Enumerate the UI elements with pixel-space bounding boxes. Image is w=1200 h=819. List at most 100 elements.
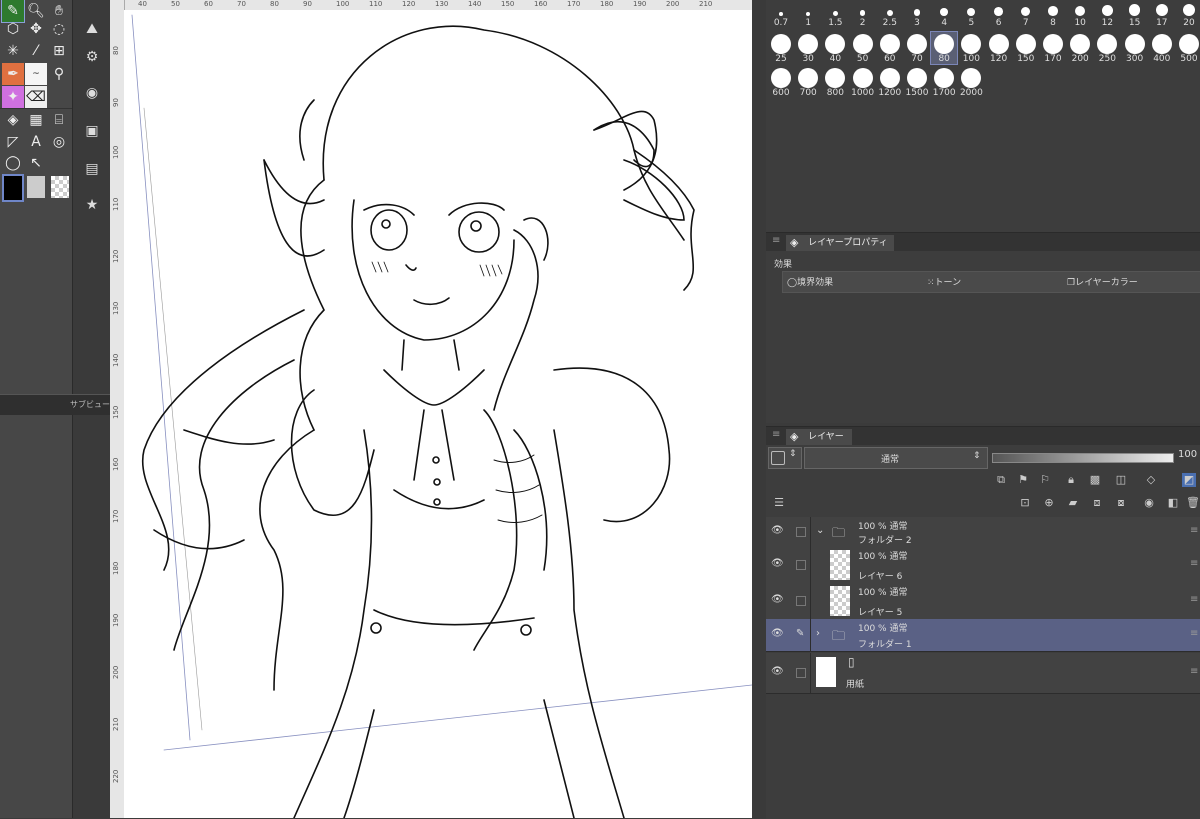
brush-size-8[interactable]: 8 xyxy=(1040,2,1066,30)
brush-size-1700[interactable]: 1700 xyxy=(931,66,957,98)
airbrush-icon[interactable]: ⚲ xyxy=(48,63,70,85)
decoration-icon[interactable]: ✦ xyxy=(2,86,24,108)
move-icon[interactable]: ✥ xyxy=(25,18,47,40)
chevron-down-icon[interactable]: ⌄ xyxy=(816,525,824,536)
brush-size-170[interactable]: 170 xyxy=(1040,32,1066,64)
combine-down-icon[interactable]: ⧇ xyxy=(1114,496,1128,510)
correct-line-icon[interactable]: ↖ xyxy=(25,152,47,174)
brush-size-2[interactable]: 2 xyxy=(850,2,876,30)
frame-icon[interactable]: ⌸ xyxy=(48,109,70,131)
grid-icon[interactable]: ⊞ xyxy=(48,40,70,62)
brush-size-150[interactable]: 150 xyxy=(1013,32,1039,64)
panel-menu-icon[interactable]: ≡ xyxy=(772,235,780,246)
brush-size-100[interactable]: 100 xyxy=(958,32,984,64)
drag-handle-icon[interactable]: ≡ xyxy=(1190,666,1198,677)
text-icon[interactable]: A xyxy=(25,131,47,153)
new-raster-layer-icon[interactable]: ⊡ xyxy=(1018,496,1032,510)
blend-mode-select[interactable]: 通常 ⇕ xyxy=(804,447,988,469)
delete-layer-icon[interactable]: 🗑︎ xyxy=(1186,496,1200,510)
clip-icon[interactable]: ⧉ xyxy=(994,473,1008,487)
layer-folder-row[interactable]: 👁︎ ⌄ 🗀 100 % 通常 フォルダー 2 ≡ xyxy=(766,517,1200,548)
lock-transparent-icon[interactable]: ▩ xyxy=(1088,473,1102,487)
brush-size-1-5[interactable]: 1.5 xyxy=(822,2,848,30)
brush-size-1500[interactable]: 1500 xyxy=(904,66,930,98)
layer-menu-icon[interactable]: ☰ xyxy=(772,496,786,510)
brush-size-17[interactable]: 17 xyxy=(1149,2,1175,30)
brush-size-30[interactable]: 30 xyxy=(795,32,821,64)
layer-color-toggle-icon[interactable]: ◩ xyxy=(1182,473,1196,487)
opacity-slider[interactable] xyxy=(992,453,1174,463)
brush-size-40[interactable]: 40 xyxy=(822,32,848,64)
brush-size-600[interactable]: 600 xyxy=(768,66,794,98)
brush-size-800[interactable]: 800 xyxy=(822,66,848,98)
lock-icon[interactable]: 🔒︎ xyxy=(1064,473,1078,487)
mask-enable-icon[interactable]: ◫ xyxy=(1114,473,1128,487)
lasso-icon[interactable]: ◌ xyxy=(48,18,70,40)
brush-size-1[interactable]: 1 xyxy=(795,2,821,30)
brush-size-12[interactable]: 12 xyxy=(1094,2,1120,30)
brush-size-icon[interactable]: ⚙ xyxy=(81,46,103,68)
material-icon[interactable]: ★ xyxy=(81,194,103,216)
main-color-swatch[interactable] xyxy=(2,174,24,202)
edit-pen-icon[interactable]: ✎ xyxy=(796,628,804,639)
brush-size-120[interactable]: 120 xyxy=(986,32,1012,64)
apply-mask-icon[interactable]: ◧ xyxy=(1166,496,1180,510)
brush-size-200[interactable]: 200 xyxy=(1067,32,1093,64)
ruler-range-icon[interactable]: ◇ xyxy=(1144,473,1158,487)
brush-size-7[interactable]: 7 xyxy=(1013,2,1039,30)
brush-size-60[interactable]: 60 xyxy=(877,32,903,64)
drag-handle-icon[interactable]: ≡ xyxy=(1190,628,1198,639)
brush-size-80[interactable]: 80 xyxy=(930,31,959,65)
brush-size-50[interactable]: 50 xyxy=(850,32,876,64)
eye-icon[interactable]: 👁︎ xyxy=(771,594,784,605)
transfer-down-icon[interactable]: ⧈ xyxy=(1090,496,1104,510)
drag-handle-icon[interactable]: ≡ xyxy=(1190,525,1198,536)
tab-layer[interactable]: ◈ レイヤー xyxy=(786,429,852,445)
brush-size-25[interactable]: 25 xyxy=(768,32,794,64)
layer-row[interactable]: 👁︎ ▯ 用紙 ≡ xyxy=(766,653,1200,694)
timeline-icon[interactable]: ▤ xyxy=(81,158,103,180)
draft-icon[interactable]: ⚐ xyxy=(1038,473,1052,487)
gradient-icon[interactable]: ▦ xyxy=(25,109,47,131)
tab-layer-property[interactable]: ◈ レイヤープロパティ xyxy=(786,235,894,251)
brush-size-1200[interactable]: 1200 xyxy=(877,66,903,98)
eye-icon[interactable]: 👁︎ xyxy=(771,628,784,639)
eye-icon[interactable]: 👁︎ xyxy=(771,558,784,569)
color-circle-icon[interactable]: ◉ xyxy=(81,82,103,104)
brush-size-400[interactable]: 400 xyxy=(1149,32,1175,64)
brush-size-700[interactable]: 700 xyxy=(795,66,821,98)
brush-size-15[interactable]: 15 xyxy=(1122,2,1148,30)
brush-size-70[interactable]: 70 xyxy=(904,32,930,64)
create-mask-icon[interactable]: ◉ xyxy=(1142,496,1156,510)
blend-color-button[interactable]: ⇕ xyxy=(768,447,802,469)
fill-icon[interactable]: ◈ xyxy=(2,109,24,131)
panel-menu-icon[interactable]: ≡ xyxy=(772,429,780,440)
eye-icon[interactable]: 👁︎ xyxy=(771,525,784,536)
effect-layer-color[interactable]: ❐レイヤーカラー xyxy=(1067,275,1138,288)
drag-handle-icon[interactable]: ≡ xyxy=(1190,594,1198,605)
object-icon[interactable]: ⬡ xyxy=(2,18,24,40)
brush-size-0-7[interactable]: 0.7 xyxy=(768,2,794,30)
brush-size-300[interactable]: 300 xyxy=(1122,32,1148,64)
transparent-color-swatch[interactable] xyxy=(51,176,69,198)
layer-folder-row[interactable]: 👁︎ ✎ › 🗀 100 % 通常 フォルダー 1 ≡ xyxy=(766,619,1200,652)
brush-size-20[interactable]: 20 xyxy=(1176,2,1200,30)
brush-size-2000[interactable]: 2000 xyxy=(958,66,984,98)
brush-size-1000[interactable]: 1000 xyxy=(850,66,876,98)
canvas-scroll-gutter[interactable] xyxy=(752,0,766,818)
layer-row[interactable]: 👁︎ 100 % 通常 レイヤー 5 ≡ xyxy=(766,583,1200,620)
sub-color-swatch[interactable] xyxy=(27,176,45,198)
brush-size-6[interactable]: 6 xyxy=(986,2,1012,30)
balloon-icon[interactable]: ◎ xyxy=(48,131,70,153)
drawing-canvas[interactable] xyxy=(124,10,752,818)
layer-row[interactable]: 👁︎ 100 % 通常 レイヤー 6 ≡ xyxy=(766,547,1200,584)
drag-handle-icon[interactable]: ≡ xyxy=(1190,558,1198,569)
brush-size-4[interactable]: 4 xyxy=(931,2,957,30)
brush-size-10[interactable]: 10 xyxy=(1067,2,1093,30)
brush-tool-icon[interactable]: ~ xyxy=(25,63,47,85)
speech-icon[interactable]: ◯ xyxy=(2,152,24,174)
magic-wand-icon[interactable]: ✳ xyxy=(2,40,24,62)
figure-icon[interactable]: ◸ xyxy=(2,131,24,153)
brush-size-3[interactable]: 3 xyxy=(904,2,930,30)
brush-size-2-5[interactable]: 2.5 xyxy=(877,2,903,30)
